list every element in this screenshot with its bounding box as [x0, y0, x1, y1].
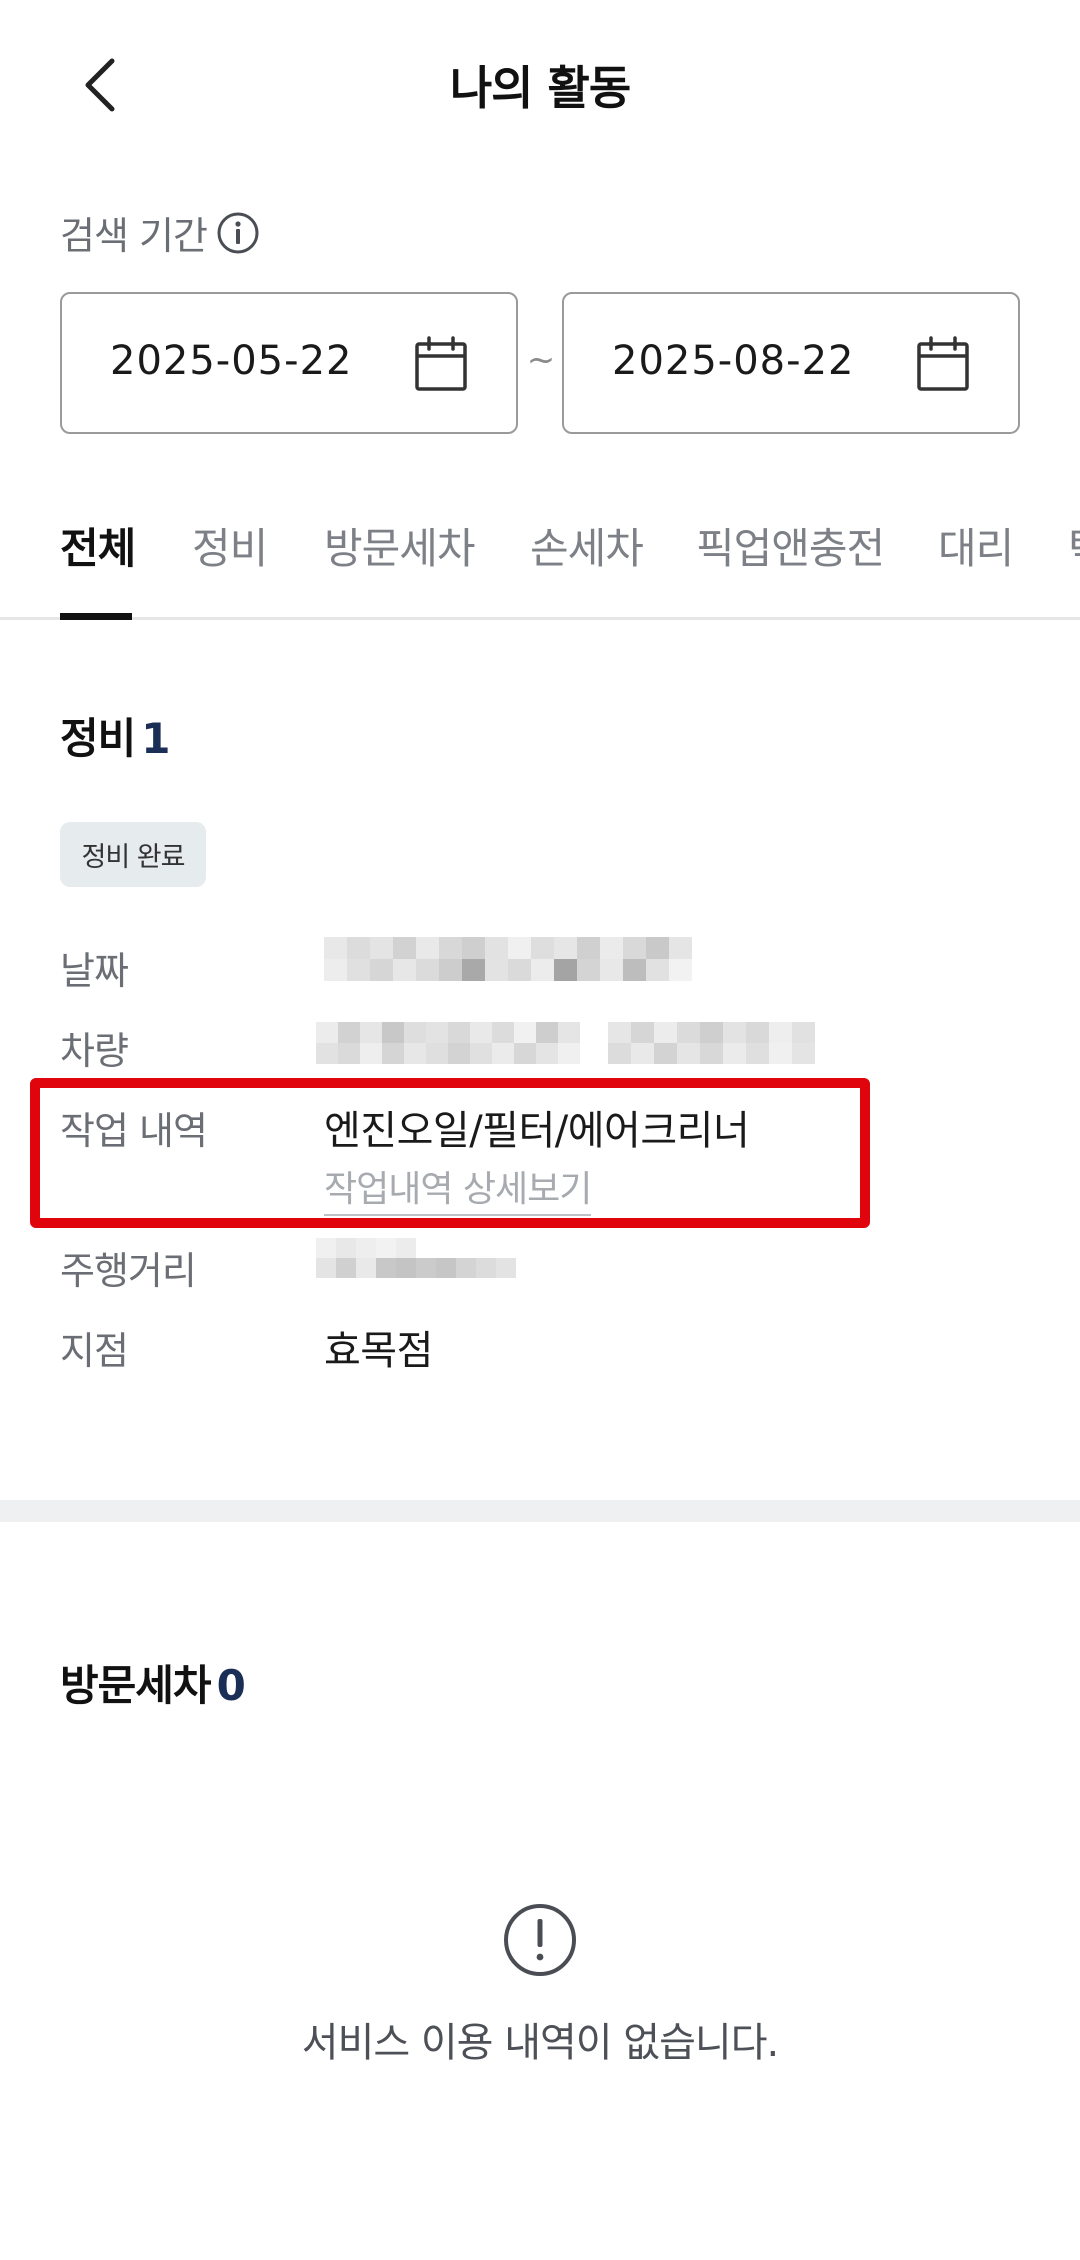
work-detail-link[interactable]: 작업내역 상세보기 — [324, 1160, 592, 1216]
start-date-value: 2025-05-22 — [110, 338, 353, 384]
maintenance-section-title: 정비 1 — [60, 705, 171, 766]
redacted-mileage-value — [316, 1238, 516, 1278]
maintenance-count: 1 — [141, 714, 170, 763]
exclamation-icon — [504, 1904, 576, 1976]
end-date-value: 2025-08-22 — [612, 338, 855, 384]
search-period-label: 검색 기간 — [60, 214, 208, 258]
my-activity-screen: 나의 활동 검색 기간 2025-05-22 ~ 2025-08-22 전체 정… — [0, 0, 1080, 2260]
tab-more[interactable]: 탁 — [1068, 515, 1080, 620]
calendar-icon — [917, 336, 969, 391]
visit-wash-title: 방문세차 — [60, 1661, 212, 1710]
redacted-plate-number — [608, 1022, 815, 1064]
status-badge: 정비 완료 — [60, 822, 206, 887]
date-range-separator: ~ — [526, 340, 556, 380]
visit-wash-section-title: 방문세차 0 — [60, 1652, 246, 1713]
redacted-vehicle-model — [316, 1022, 580, 1064]
active-tab-indicator — [60, 613, 132, 620]
work-label: 작업 내역 — [60, 1109, 208, 1153]
calendar-icon — [415, 336, 467, 391]
vehicle-label: 차량 — [60, 1029, 129, 1073]
end-date-field[interactable]: 2025-08-22 — [562, 292, 1020, 434]
start-date-field[interactable]: 2025-05-22 — [60, 292, 518, 434]
info-icon[interactable] — [215, 210, 261, 256]
tab-pickup-charge[interactable]: 픽업앤충전 — [696, 515, 885, 620]
tab-driver[interactable]: 대리 — [938, 515, 1014, 620]
mileage-label: 주행거리 — [60, 1249, 197, 1293]
branch-value: 효목점 — [324, 1328, 433, 1374]
search-period-header: 검색 기간 — [60, 205, 261, 260]
tab-maintenance[interactable]: 정비 — [192, 515, 268, 620]
work-value: 엔진오일/필터/에어크리너 — [324, 1108, 750, 1154]
visit-wash-count: 0 — [216, 1661, 246, 1710]
category-tabs: 전체 정비 방문세차 손세차 픽업앤충전 대리 탁 — [0, 515, 1080, 620]
tab-visit-wash[interactable]: 방문세차 — [324, 515, 476, 620]
tab-hand-wash[interactable]: 손세차 — [530, 515, 644, 620]
branch-label: 지점 — [60, 1329, 129, 1373]
empty-state-message: 서비스 이용 내역이 없습니다. — [301, 2020, 779, 2066]
section-divider — [0, 1500, 1080, 1522]
maintenance-title: 정비 — [60, 714, 136, 763]
app-header: 나의 활동 — [0, 0, 1080, 165]
tab-all[interactable]: 전체 — [60, 515, 136, 620]
date-label: 날짜 — [60, 949, 129, 993]
redacted-date-value — [324, 937, 692, 981]
page-title: 나의 활동 — [449, 61, 631, 115]
